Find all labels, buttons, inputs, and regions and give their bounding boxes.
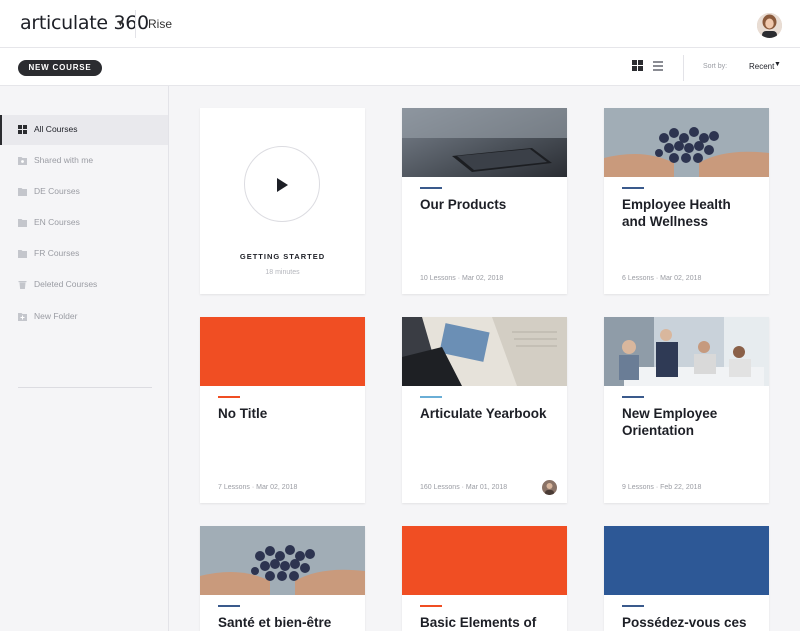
app-name: Rise — [148, 17, 173, 31]
sidebar-item-en-courses[interactable]: EN Courses — [0, 208, 168, 238]
course-title: No Title — [218, 406, 268, 421]
course-title: Our Products — [420, 197, 507, 212]
sidebar-item-label: New Folder — [34, 311, 78, 321]
accent-bar — [420, 396, 442, 398]
sidebar-item-new-folder[interactable]: New Folder — [0, 301, 168, 331]
accent-bar — [420, 605, 442, 607]
divider — [683, 55, 684, 81]
course-card[interactable]: Santé et bien-être — [200, 526, 365, 631]
course-title: Employee Health and Wellness — [622, 197, 731, 229]
sidebar-item-label: Shared with me — [34, 155, 94, 165]
accent-bar — [218, 605, 240, 607]
accent-bar — [420, 187, 442, 189]
course-card[interactable]: Our Products 10 Lessons · Mar 02, 2018 — [402, 108, 567, 294]
divider — [18, 387, 152, 388]
course-meta: 10 Lessons · Mar 02, 2018 — [420, 275, 504, 282]
sidebar-item-label: DE Courses — [34, 186, 80, 196]
course-card[interactable]: Employee Health and Wellness 6 Lessons ·… — [604, 108, 769, 294]
sidebar-item-de-courses[interactable]: DE Courses — [0, 177, 168, 207]
course-thumbnail — [402, 108, 567, 177]
getting-started-card[interactable]: GETTING STARTED 18 minutes — [200, 108, 365, 294]
course-title: Basic Elements of an — [420, 615, 537, 630]
sidebar-item-fr-courses[interactable]: FR Courses — [0, 239, 168, 269]
course-card[interactable]: Basic Elements of an — [402, 526, 567, 631]
shared-folder-icon — [18, 157, 27, 165]
course-thumbnail — [402, 526, 567, 595]
getting-started-title: GETTING STARTED — [239, 252, 326, 261]
author-avatar — [542, 480, 557, 495]
new-course-button[interactable]: NEW COURSE — [18, 60, 102, 76]
course-card[interactable]: New Employee Orientation 9 Lessons · Feb… — [604, 317, 769, 503]
folder-icon — [18, 219, 27, 227]
grid-icon — [18, 125, 27, 134]
toolbar: NEW COURSE — [0, 48, 800, 86]
brand-logo[interactable]: articulate 360 — [20, 12, 149, 34]
course-thumbnail — [200, 526, 365, 595]
course-meta: 160 Lessons · Mar 01, 2018 — [420, 484, 508, 491]
course-thumbnail — [604, 108, 769, 177]
sidebar-item-label: FR Courses — [34, 248, 80, 258]
sidebar-item-label: Deleted Courses — [34, 279, 98, 289]
accent-bar — [218, 396, 240, 398]
sidebar: All Courses Shared with me DE Courses EN… — [0, 86, 169, 631]
sidebar-item-label: EN Courses — [34, 217, 80, 227]
chevron-down-icon[interactable]: ▼ — [774, 61, 781, 68]
sidebar-item-deleted-courses[interactable]: Deleted Courses — [0, 270, 168, 300]
grid-view-icon[interactable] — [632, 60, 643, 71]
course-meta: 7 Lessons · Mar 02, 2018 — [218, 484, 298, 491]
course-title: New Employee Orientation — [622, 406, 718, 438]
sort-label: Sort by: — [703, 63, 728, 70]
accent-bar — [622, 396, 644, 398]
course-title: Possédez-vous ces 4 — [622, 615, 747, 630]
course-card[interactable]: Possédez-vous ces 4 — [604, 526, 769, 631]
getting-started-duration: 18 minutes — [265, 269, 300, 276]
user-avatar[interactable] — [757, 13, 782, 38]
course-meta: 9 Lessons · Feb 22, 2018 — [622, 484, 702, 491]
accent-bar — [622, 187, 644, 189]
course-thumbnail — [604, 526, 769, 595]
course-title: Santé et bien-être — [218, 615, 332, 630]
list-view-icon[interactable] — [653, 61, 663, 71]
course-thumbnail — [604, 317, 769, 386]
trash-icon — [18, 281, 27, 289]
course-thumbnail — [200, 317, 365, 386]
course-card[interactable]: No Title 7 Lessons · Mar 02, 2018 — [200, 317, 365, 503]
course-title: Articulate Yearbook — [420, 406, 547, 421]
divider — [135, 10, 136, 38]
top-bar: articulate 360 ▼ Rise — [0, 0, 800, 48]
sort-dropdown[interactable]: Recent — [749, 62, 774, 71]
accent-bar — [622, 605, 644, 607]
play-icon — [277, 178, 288, 192]
course-thumbnail — [402, 317, 567, 386]
sidebar-item-all-courses[interactable]: All Courses — [0, 115, 168, 145]
folder-icon — [18, 250, 27, 258]
course-meta: 6 Lessons · Mar 02, 2018 — [622, 275, 702, 282]
sidebar-item-shared[interactable]: Shared with me — [0, 146, 168, 176]
new-folder-icon — [18, 313, 27, 321]
folder-icon — [18, 188, 27, 196]
chevron-down-icon[interactable]: ▼ — [116, 18, 125, 28]
course-card[interactable]: Articulate Yearbook 160 Lessons · Mar 01… — [402, 317, 567, 503]
sidebar-item-label: All Courses — [34, 124, 78, 134]
